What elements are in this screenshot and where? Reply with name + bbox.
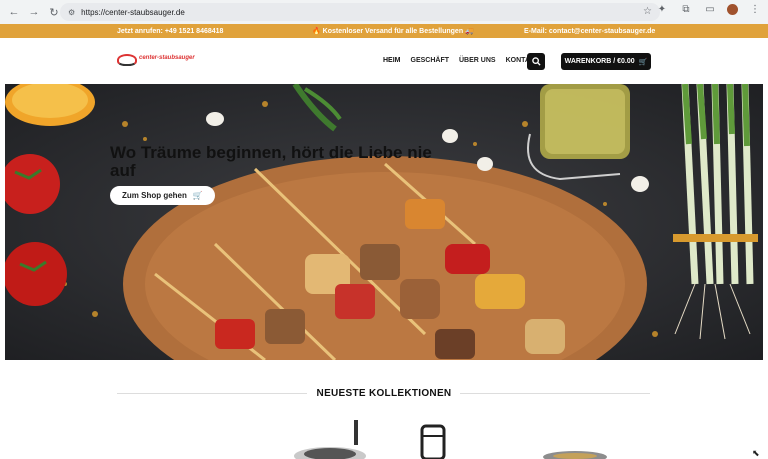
hero-title: Wo Träume beginnen, hört die Liebe nie a… [110,143,432,180]
forward-icon[interactable]: → [26,4,42,20]
puzzle-icon[interactable]: ⧉ [679,4,693,15]
divider [460,393,650,394]
email-text[interactable]: E-Mail: contact@center-staubsauger.de [524,28,655,35]
bookmark-star-icon[interactable]: ☆ [643,6,652,17]
search-button[interactable] [527,53,545,70]
menu-kebab-icon[interactable]: ⋮ [748,4,762,15]
cart-label: WARENKORB / €0.00 [564,58,635,65]
back-icon[interactable]: ← [6,4,22,20]
collections-title: NEUESTE KOLLEKTIONEN [316,388,452,399]
cart-icon: 🛒 [192,191,203,200]
site-header: center-staubsauger HEIM GESCHÄFT ÜBER UN… [0,38,768,84]
site-logo[interactable]: center-staubsauger [117,54,195,66]
shipping-text: 🔥 Kostenloser Versand für alle Bestellun… [312,28,474,35]
extension-icon[interactable]: ✦ [655,4,669,15]
url-text: https://center-staubsauger.de [81,7,185,17]
product-image-vacuum-3[interactable] [540,448,610,459]
nav-item-shop[interactable]: GESCHÄFT [411,57,450,64]
browser-toolbar: ← → ↻ ⚙ https://center-staubsauger.de ☆ … [0,0,768,24]
logo-text: center-staubsauger [139,55,195,61]
hero-food-image [5,84,763,360]
logo-mark-icon [117,54,137,66]
mouse-cursor-icon: ⬉ [752,448,760,458]
profile-avatar[interactable] [727,4,738,15]
search-icon [531,57,541,66]
announcement-bar: Jetzt anrufen: +49 1521 8468418 🔥 Kosten… [0,24,768,38]
address-bar[interactable]: ⚙ https://center-staubsauger.de ☆ [60,3,660,21]
nav-item-home[interactable]: HEIM [383,57,401,64]
hero-banner: Wo Träume beginnen, hört die Liebe nie a… [5,84,763,360]
cast-icon[interactable]: ▭ [703,4,717,15]
shop-now-label: Zum Shop gehen [122,191,187,200]
cart-button[interactable]: WARENKORB / €0.00 🛒 [561,53,651,70]
collections-section: NEUESTE KOLLEKTIONEN [0,360,768,459]
site-settings-icon[interactable]: ⚙ [68,8,75,17]
main-nav: HEIM GESCHÄFT ÜBER UNS KONTAKT [383,57,539,64]
cart-icon: 🛒 [638,58,648,66]
product-image-vacuum-1[interactable] [290,420,370,459]
product-image-vacuum-2[interactable] [418,424,448,459]
phone-text[interactable]: Jetzt anrufen: +49 1521 8468418 [117,28,223,35]
shop-now-button[interactable]: Zum Shop gehen 🛒 [110,186,215,205]
nav-item-about[interactable]: ÜBER UNS [459,57,496,64]
